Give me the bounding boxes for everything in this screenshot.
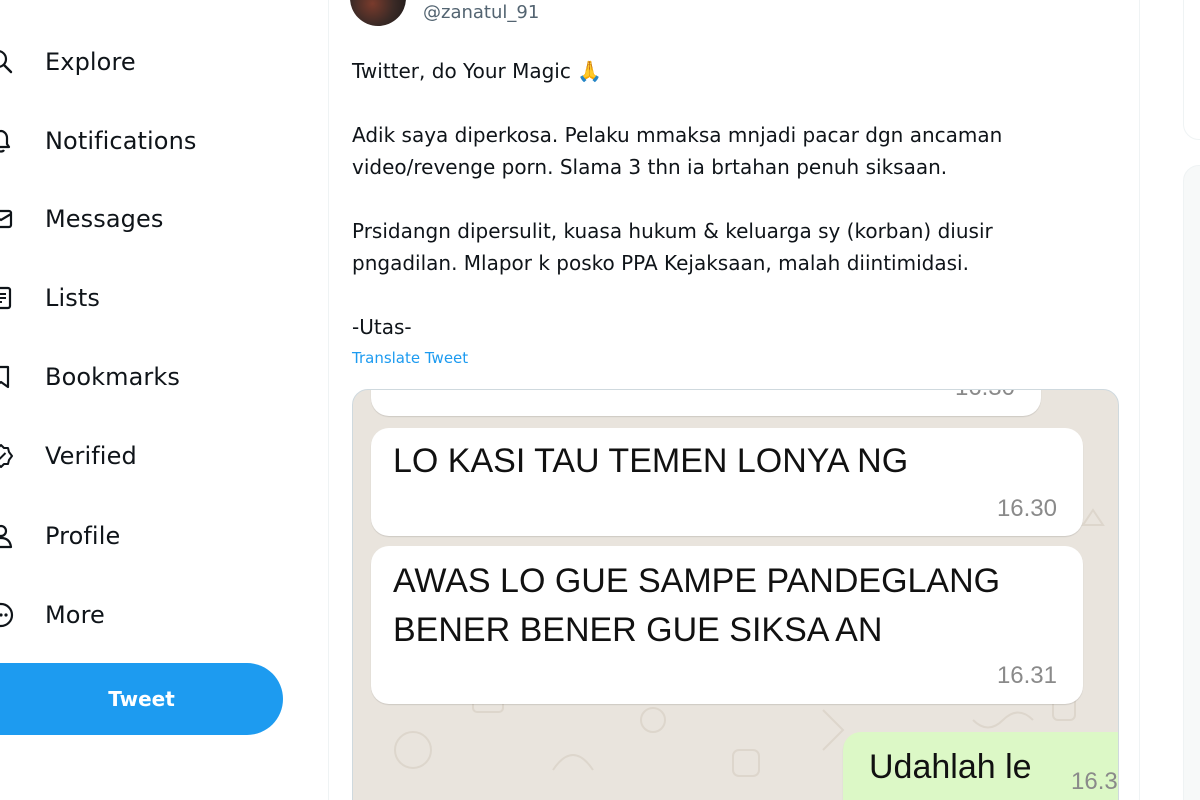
translate-tweet-link[interactable]: Translate Tweet [352,349,468,367]
nav-label-more: More [45,601,105,629]
message-text: BENER BENER GUE SIKSA AN [393,611,883,649]
author-handle[interactable]: @zanatul_91 [423,2,539,23]
tweet-detail: @zanatul_91 Twitter, do Your Magic 🙏 Adi… [328,0,1140,800]
verified-badge-icon [0,443,14,469]
right-panel-card [1183,0,1200,140]
tweet-paragraph: Twitter, do Your Magic 🙏 [352,59,603,83]
nav-label-notifications: Notifications [45,127,197,155]
tweet-paragraph: Adik saya diperkosa. Pelaku mmaksa mnjad… [352,123,1003,179]
tweet-button[interactable]: Tweet [0,663,283,735]
person-icon [0,523,14,549]
chat-message-bubble-sent: Udahlah le 16.3 [843,732,1118,800]
nav-label-explore: Explore [45,48,136,76]
chat-message-bubble: LO KASI TAU TEMEN LONYA NG 16.30 [371,428,1083,536]
more-circle-icon [0,602,14,628]
tweet-media-image[interactable]: 16.30 LO KASI TAU TEMEN LONYA NG 16.30 A… [352,389,1119,800]
message-text: Udahlah le [869,748,1032,786]
sidebar-nav: Explore Notifications Messages Lists Boo… [0,0,328,800]
message-time: 16.30 [996,495,1057,522]
message-time: 16.30 [955,390,1015,402]
tweet-paragraph: -Utas- [352,315,412,339]
search-icon [0,49,14,75]
nav-label-messages: Messages [45,205,164,233]
tweet-paragraph: Prsidangn dipersulit, kuasa hukum & kelu… [352,219,993,275]
chat-message-bubble: AWAS LO GUE SAMPE PANDEGLANG BENER BENER… [371,546,1083,704]
bell-icon [0,128,14,154]
nav-label-lists: Lists [45,284,100,312]
message-time: 16.3 [1071,768,1118,795]
envelope-icon [0,206,14,232]
nav-label-bookmarks: Bookmarks [45,363,180,391]
message-time: 16.31 [996,662,1057,689]
nav-label-profile: Profile [45,522,121,550]
message-text: AWAS LO GUE SAMPE PANDEGLANG [393,562,1001,600]
avatar[interactable] [350,0,406,26]
chat-message-bubble: 16.30 [371,390,1041,416]
right-panel-card [1183,165,1200,800]
nav-label-verified: Verified [45,442,137,470]
message-text: LO KASI TAU TEMEN LONYA NG [393,442,909,480]
list-icon [0,285,14,311]
tweet-body: Twitter, do Your Magic 🙏 Adik saya diper… [352,55,1092,343]
bookmark-icon [0,364,14,390]
